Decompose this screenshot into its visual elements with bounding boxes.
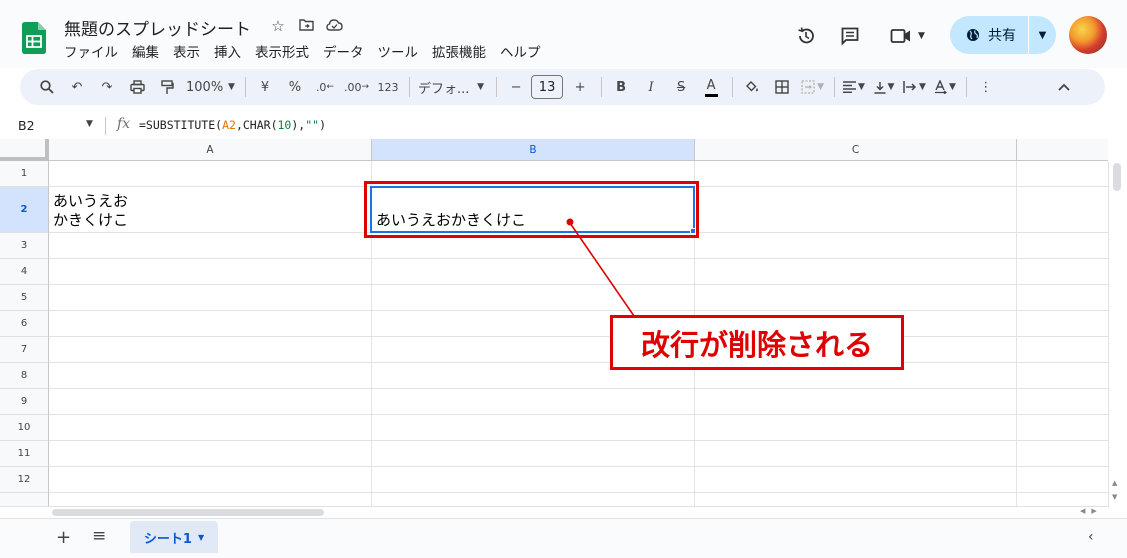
sheet-tab-active[interactable]: シート1 ▼ xyxy=(130,521,218,553)
all-sheets-icon[interactable]: ≡ xyxy=(92,526,106,546)
annotation-highlight-box xyxy=(364,181,699,238)
sheet-bar: + ≡ シート1 ▼ ‹ xyxy=(0,518,1127,558)
add-sheet-icon[interactable]: + xyxy=(56,527,71,548)
sheet-tab-label: シート1 xyxy=(143,531,192,547)
chevron-down-icon[interactable]: ▼ xyxy=(198,533,204,542)
explore-icon[interactable]: ‹ xyxy=(1088,529,1094,545)
annotation-label: 改行が削除される xyxy=(610,315,904,370)
annotation-arrow xyxy=(566,218,635,317)
